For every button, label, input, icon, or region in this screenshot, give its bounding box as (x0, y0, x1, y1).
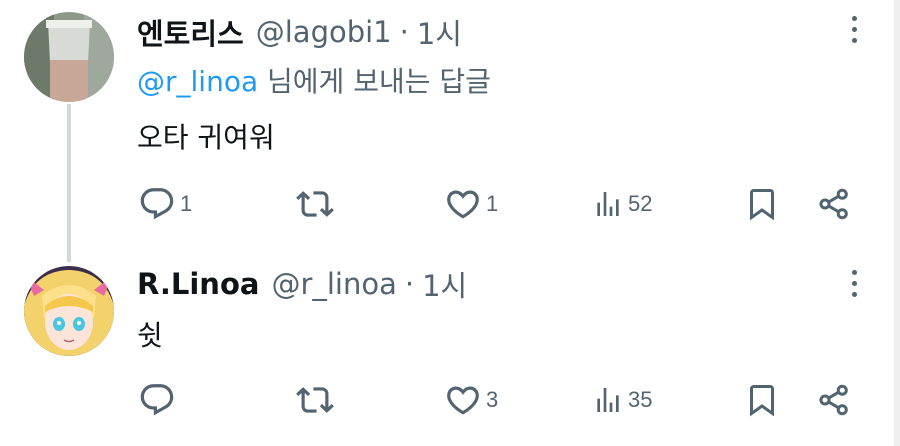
avatar[interactable] (24, 266, 114, 356)
reply-button[interactable] (138, 380, 180, 420)
tweet-header: R.Linoa @r_linoa · 1시 (137, 264, 467, 304)
bookmark-icon (750, 189, 774, 221)
share-icon (819, 384, 848, 416)
tweet-original[interactable]: R.Linoa @r_linoa · 1시 쉿 3 35 (0, 252, 894, 446)
like-button[interactable]: 1 (444, 184, 498, 224)
share-icon (819, 188, 848, 220)
timestamp[interactable]: 1시 (422, 263, 467, 305)
like-count: 1 (486, 191, 499, 216)
reply-context: @r_linoa 님에게 보내는 답글 (137, 60, 491, 100)
user-handle[interactable]: @r_linoa (271, 267, 396, 301)
views-count: 35 (628, 387, 653, 412)
share-button[interactable] (816, 184, 852, 224)
avatar[interactable] (24, 12, 114, 102)
action-bar: 3 35 (0, 380, 894, 420)
reply-context-label: 님에게 보내는 답글 (258, 65, 491, 98)
more-options-button[interactable] (845, 268, 865, 300)
tweet-reply[interactable]: 엔토리스 @lagobi1 · 1시 @r_linoa 님에게 보내는 답글 오… (0, 0, 894, 262)
separator-dot: · (399, 15, 409, 49)
avatar-image (24, 12, 114, 102)
views-count: 52 (628, 191, 653, 216)
like-icon (447, 190, 479, 219)
views-button[interactable]: 35 (592, 380, 652, 420)
retweet-button[interactable] (296, 380, 338, 420)
more-options-button[interactable] (845, 14, 865, 46)
reply-icon (140, 188, 174, 220)
share-button[interactable] (816, 380, 852, 420)
display-name[interactable]: R.Linoa (137, 267, 259, 301)
bookmark-button[interactable] (744, 380, 780, 420)
retweet-icon (296, 191, 334, 217)
thread-connector (67, 104, 71, 262)
display-name[interactable]: 엔토리스 (137, 11, 244, 53)
mention-link[interactable]: @r_linoa (137, 65, 258, 98)
views-button[interactable]: 52 (592, 184, 652, 224)
reply-icon (140, 384, 174, 416)
like-button[interactable]: 3 (444, 380, 498, 420)
retweet-button[interactable] (296, 184, 338, 224)
tweet-text: 쉿 (137, 319, 163, 352)
user-handle[interactable]: @lagobi1 (256, 15, 392, 49)
tweet-header: 엔토리스 @lagobi1 · 1시 (137, 12, 462, 52)
tweet-text: 오타 귀여워 (137, 121, 275, 154)
scrollbar-track[interactable] (894, 0, 900, 446)
reply-count: 1 (180, 191, 193, 216)
avatar-image (24, 266, 114, 356)
retweet-icon (296, 387, 334, 413)
reply-button[interactable]: 1 (138, 184, 192, 224)
like-icon (447, 386, 479, 415)
action-bar: 1 1 52 (0, 184, 894, 224)
views-icon (597, 192, 619, 216)
views-icon (597, 388, 619, 412)
bookmark-icon (750, 385, 774, 417)
separator-dot: · (404, 267, 415, 301)
bookmark-button[interactable] (744, 184, 780, 224)
timestamp[interactable]: 1시 (417, 11, 462, 53)
like-count: 3 (486, 387, 499, 412)
